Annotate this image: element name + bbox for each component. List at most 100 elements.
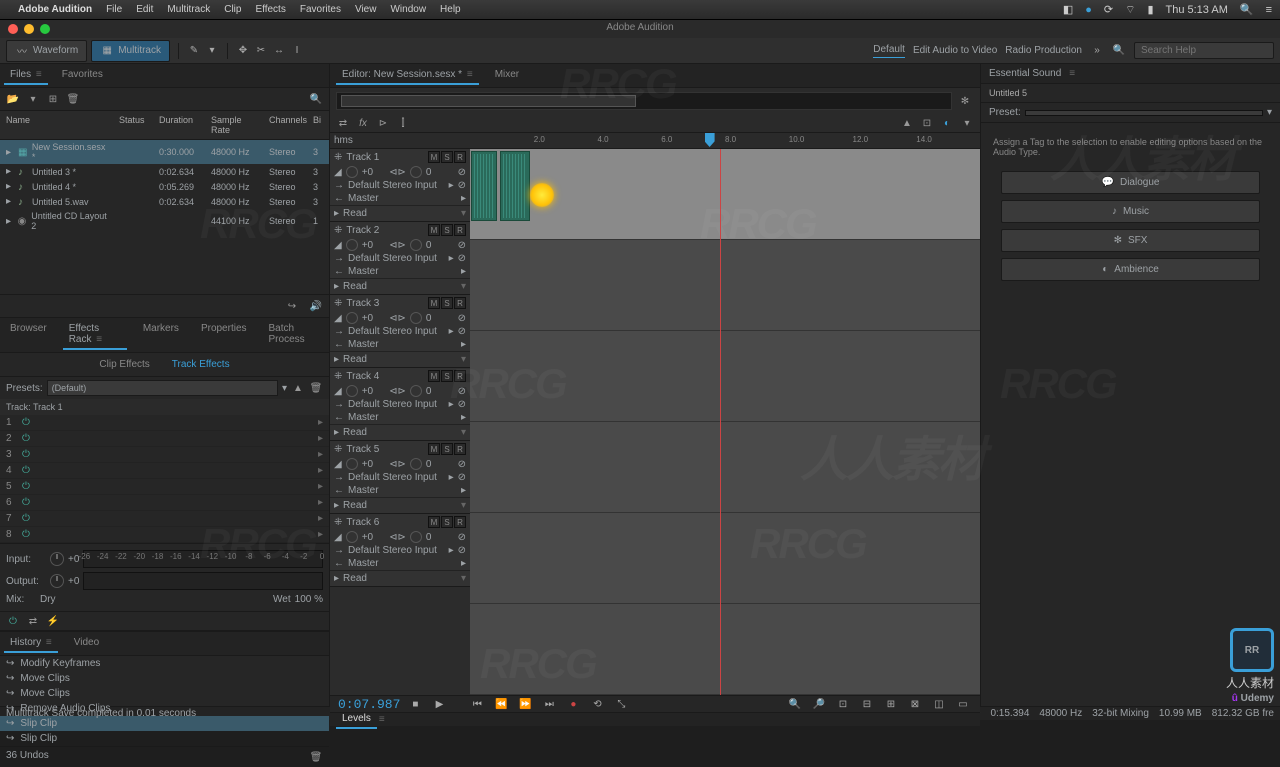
menu-favorites[interactable]: Favorites [300,4,341,15]
tab-files[interactable]: Files ≡ [4,66,48,85]
subtab-clipfx[interactable]: Clip Effects [93,357,155,372]
tool-icon[interactable]: ⊡ [920,116,934,130]
clock[interactable]: Thu 5:13 AM [1166,4,1228,16]
tool-icon[interactable]: ▾ [205,44,219,58]
skip-sel-button[interactable]: ⤡ [612,696,630,712]
tray-icon[interactable]: ● [1085,4,1092,16]
tab-editor[interactable]: Editor: New Session.sesx * ≡ [336,66,479,85]
multitrack-button[interactable]: ▦Multitrack [91,40,170,62]
menu-effects[interactable]: Effects [255,4,285,15]
send-icon[interactable]: ⊳ [376,116,390,130]
track-lane[interactable] [470,149,980,240]
col-name[interactable]: Name [0,113,115,137]
history-item[interactable]: ↪Move Clips [0,671,329,686]
zoom-icon[interactable]: ⊡ [834,696,852,712]
razor-tool-icon[interactable]: ✂ [254,44,268,58]
workspace-radio[interactable]: Radio Production [1005,45,1082,56]
eq-icon[interactable]: ⫿ [396,116,410,130]
fx-icon[interactable]: fx [356,116,370,130]
tab-video[interactable]: Video [68,634,105,653]
more-workspaces-icon[interactable]: » [1090,44,1104,58]
save-preset-icon[interactable]: ▲ [291,381,305,395]
move-tool-icon[interactable]: ✥ [236,44,250,58]
skip-end-button[interactable]: ⏭ [540,696,558,712]
chain-icon[interactable]: ⇄ [26,614,40,628]
zoom-icon[interactable]: ⊞ [882,696,900,712]
menu-help[interactable]: Help [440,4,461,15]
play-button[interactable]: ▶ [430,696,448,712]
workspace-editvideo[interactable]: Edit Audio to Video [913,45,997,56]
fx-slot[interactable]: 2⏻▸ [0,431,329,447]
track-lane[interactable] [470,422,980,513]
track-header[interactable]: ⁜Track 1MSR ◢+0⊲⊳0⊘ →Default Stereo Inpu… [330,149,470,222]
time-tool-icon[interactable]: I [290,44,304,58]
stop-button[interactable]: ■ [406,696,424,712]
delete-icon[interactable]: 🗑 [309,750,323,764]
import-icon[interactable]: ⊞ [46,92,60,106]
track-header[interactable]: ⁜Track 4MSR ◢+0⊲⊳0⊘ →Default Stereo Inpu… [330,368,470,441]
tab-history[interactable]: History ≡ [4,634,58,653]
fx-slot[interactable]: 5⏻▸ [0,479,329,495]
menu-icon[interactable]: ≡ [1266,4,1272,16]
col-duration[interactable]: Duration [155,113,207,137]
col-samplerate[interactable]: Sample Rate [207,113,265,137]
output-gain[interactable]: +0 [68,576,79,587]
tab-mixer[interactable]: Mixer [489,66,525,85]
track-header[interactable]: ⁜Track 5MSR ◢+0⊲⊳0⊘ →Default Stereo Inpu… [330,441,470,514]
zoom-out-icon[interactable]: 🔎 [810,696,828,712]
fx-slot[interactable]: 6⏻▸ [0,495,329,511]
track-header[interactable]: ⁜Track 6MSR ◢+0⊲⊳0⊘ →Default Stereo Inpu… [330,514,470,587]
output-knob[interactable] [50,574,64,588]
delete-icon[interactable]: 🗑 [66,92,80,106]
menu-edit[interactable]: Edit [136,4,153,15]
menu-multitrack[interactable]: Multitrack [167,4,210,15]
clips-area[interactable] [470,149,980,695]
search-help-input[interactable] [1134,42,1274,59]
chevron-down-icon[interactable]: ▾ [282,383,287,394]
close-window[interactable] [8,24,18,34]
track-lane[interactable] [470,604,980,695]
file-row[interactable]: ▸Untitled CD Layout 244100 HzStereo1 [0,209,329,233]
tab-batch[interactable]: Batch Process [263,320,325,350]
col-status[interactable]: Status [115,113,155,137]
overview[interactable] [336,92,952,110]
history-item[interactable]: ↪Slip Clip [0,731,329,746]
snap-icon[interactable]: ◐ [940,116,954,130]
chevron-down-icon[interactable]: ▾ [960,116,974,130]
spotlight-icon[interactable]: 🔍 [1240,3,1254,16]
track-lane[interactable] [470,331,980,422]
track-header[interactable]: ⁜Track 3MSR ◢+0⊲⊳0⊘ →Default Stereo Inpu… [330,295,470,368]
zoom-icon[interactable]: ⊠ [906,696,924,712]
es-dialogue-button[interactable]: 💬Dialogue [1001,171,1260,194]
es-preset-select[interactable] [1025,110,1263,116]
skip-start-button[interactable]: ⏮ [468,696,486,712]
track-header[interactable]: ⁜Track 2MSR ◢+0⊲⊳0⊘ →Default Stereo Inpu… [330,222,470,295]
gear-icon[interactable]: ✻ [958,94,972,108]
preset-select[interactable]: (Default) [47,380,278,396]
time-ruler[interactable]: 2.04.06.08.010.012.014.0 [470,133,980,149]
preview-icon[interactable]: 🔊 [309,299,323,313]
close-icon[interactable]: ≡ [33,69,42,80]
tab-browser[interactable]: Browser [4,320,53,350]
process-icon[interactable]: ⚡ [46,614,60,628]
col-channels[interactable]: Channels [265,113,309,137]
forward-button[interactable]: ⏩ [516,696,534,712]
track-lane[interactable] [470,240,980,331]
tab-properties[interactable]: Properties [195,320,253,350]
chevron-down-icon[interactable]: ▾ [1267,107,1272,118]
record-icon[interactable]: ▾ [26,92,40,106]
sync-icon[interactable]: ⟳ [1104,3,1113,16]
file-row[interactable]: ▸New Session.sesx *0:30.00048000 HzStere… [0,140,329,164]
battery-icon[interactable]: ▮ [1147,3,1153,16]
file-row[interactable]: ▸Untitled 5.wav0:02.63448000 HzStereo3 [0,194,329,209]
col-bit[interactable]: Bi [309,113,329,137]
menu-clip[interactable]: Clip [224,4,241,15]
track-lane[interactable] [470,513,980,604]
power-icon[interactable]: ⏻ [6,614,20,628]
history-item[interactable]: ↪Move Clips [0,686,329,701]
menu-window[interactable]: Window [390,4,426,15]
tool-icon[interactable]: ✎ [187,44,201,58]
menu-file[interactable]: File [106,4,122,15]
open-icon[interactable]: 📂 [6,92,20,106]
es-music-button[interactable]: ♪Music [1001,200,1260,223]
